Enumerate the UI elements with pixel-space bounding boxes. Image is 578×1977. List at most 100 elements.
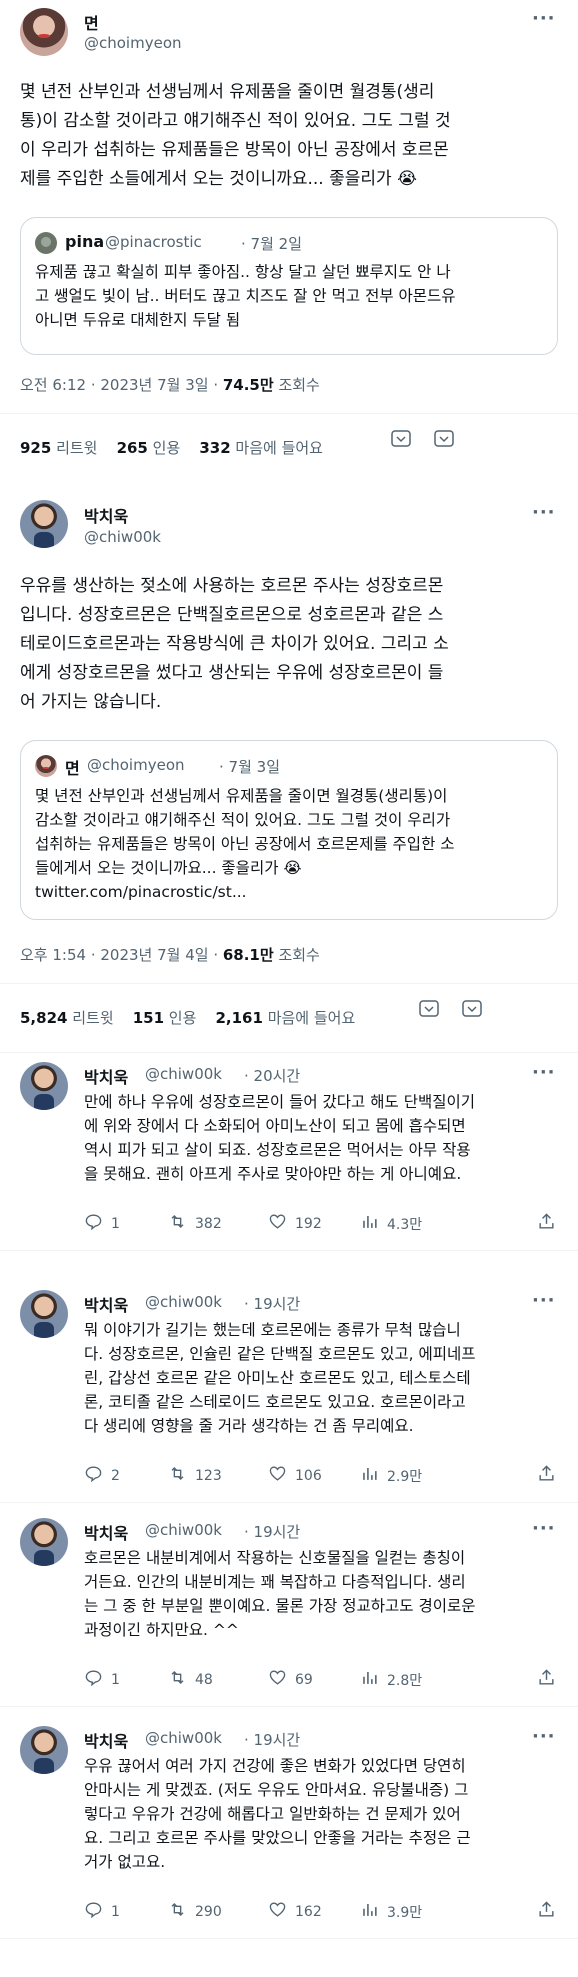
like-stat[interactable]: 2,161 마음에 들어요 [215,1009,355,1027]
quote-tweet[interactable]: pina @pinacrostic · 7월 2일 유제품 끊고 확실히 피부 … [20,217,558,355]
share-icon [537,1900,556,1923]
quote-link[interactable]: twitter.com/pinacrostic/st... [35,880,247,904]
like-stat[interactable]: 332 마음에 들어요 [199,439,323,457]
reply-button[interactable]: 1 [84,1900,120,1923]
chevron-down-icon[interactable] [430,425,458,453]
reply-button[interactable]: 1 [84,1212,120,1235]
reply-count: 1 [111,1671,120,1688]
views-count: 4.3만 [387,1216,423,1233]
more-icon[interactable]: ··· [532,1062,556,1083]
chevron-down-icon[interactable] [415,995,443,1023]
quote-stat[interactable]: 265 인용 [117,439,181,457]
author-name[interactable]: 박치욱 [84,1520,128,1544]
like-button[interactable]: 106 [268,1464,322,1487]
tweet-timestamp[interactable]: 오전 6:12 · 2023년 7월 3일 · 74.5만 조회수 [20,374,320,395]
quote-text: 몇 년전 산부인과 선생님께서 유제품을 줄이면 월경통(생리통)이 감소할 것… [35,787,455,877]
author-name[interactable]: 박치욱 [84,503,128,527]
engagement-stats: 5,824 리트윗 151 인용 2,161 마음에 들어요 [20,1007,355,1028]
avatar[interactable] [20,1518,68,1566]
retweet-button[interactable]: 382 [168,1212,222,1235]
author-handle[interactable]: @chiw00k [145,1293,222,1311]
avatar[interactable] [20,500,68,548]
retweet-stat[interactable]: 5,824 리트윗 [20,1009,114,1027]
reply-count: 1 [111,1903,120,1920]
author-handle[interactable]: @choimyeon [84,34,182,52]
like-count: 69 [295,1671,313,1688]
reply-text: 만에 하나 우유에 성장호르몬이 들어 갔다고 해도 단백질이기 에 위와 장에… [84,1093,475,1183]
retweet-icon [168,1464,187,1487]
retweet-stat[interactable]: 925 리트윗 [20,439,97,457]
author-handle[interactable]: @chiw00k [145,1065,222,1083]
retweet-icon [168,1900,187,1923]
share-button[interactable] [537,1212,556,1235]
reply-button[interactable]: 2 [84,1464,120,1487]
more-icon[interactable]: ··· [532,1518,556,1539]
views-button[interactable]: 2.8만 [360,1668,422,1691]
view-label: 조회수 [273,376,320,394]
quote-stat[interactable]: 151 인용 [133,1009,197,1027]
retweet-button[interactable]: 48 [168,1668,213,1691]
tweet-text: 몇 년전 산부인과 선생님께서 유제품을 줄이면 월경통(생리 통)이 감소할 … [20,82,451,189]
more-icon[interactable]: ··· [532,1726,556,1747]
author-name[interactable]: 박치욱 [84,1292,128,1316]
chevron-down-icon[interactable] [458,995,486,1023]
views-button[interactable]: 2.9만 [360,1464,422,1487]
share-icon [537,1668,556,1691]
quote-tweet[interactable]: 면 @choimyeon · 7월 3일 몇 년전 산부인과 선생님께서 유제품… [20,740,558,920]
reply-button[interactable]: 1 [84,1668,120,1691]
reply-text: 호르몬은 내분비계에서 작용하는 신호물질을 일컫는 총칭이 거든요. 인간의 … [84,1549,476,1639]
quote-handle: @choimyeon [87,756,185,774]
tweet-timestamp[interactable]: 오후 1:54 · 2023년 7월 4일 · 68.1만 조회수 [20,944,320,965]
avatar[interactable] [20,1062,68,1110]
author-handle[interactable]: @chiw00k [145,1521,222,1539]
more-icon[interactable]: ··· [532,1290,556,1311]
avatar[interactable] [20,1726,68,1774]
chevron-down-icon[interactable] [387,425,415,453]
share-icon [537,1464,556,1487]
retweet-button[interactable]: 290 [168,1900,222,1923]
like-count: 106 [295,1467,322,1484]
views-icon [360,1212,379,1235]
author-name[interactable]: 면 [84,10,99,34]
views-button[interactable]: 4.3만 [360,1212,422,1235]
timestamp-text: 오후 1:54 · 2023년 7월 4일 · [20,946,223,964]
share-button[interactable] [537,1900,556,1923]
retweet-icon [168,1212,187,1235]
like-button[interactable]: 162 [268,1900,322,1923]
like-button[interactable]: 69 [268,1668,313,1691]
reply-time[interactable]: · 19시간 [244,1729,300,1750]
author-name[interactable]: 박치욱 [84,1728,128,1752]
engagement-stats: 925 리트윗 265 인용 332 마음에 들어요 [20,437,323,458]
reply-time[interactable]: · 19시간 [244,1521,300,1542]
author-handle[interactable]: @chiw00k [145,1729,222,1747]
avatar[interactable] [20,8,68,56]
share-button[interactable] [537,1464,556,1487]
author-name[interactable]: 박치욱 [84,1064,128,1088]
like-button[interactable]: 192 [268,1212,322,1235]
quote-text: 유제품 끊고 확실히 피부 좋아짐.. 항상 달고 살던 뾰루지도 안 나 고 … [35,263,456,329]
retweet-count: 382 [195,1215,222,1232]
avatar [35,755,57,777]
share-button[interactable] [537,1668,556,1691]
like-count: 162 [295,1903,322,1920]
views-count: 2.9만 [387,1468,423,1485]
retweet-button[interactable]: 123 [168,1464,222,1487]
reply-count: 1 [111,1215,120,1232]
retweet-count: 290 [195,1903,222,1920]
reply-icon [84,1212,103,1235]
reply-time[interactable]: · 19시간 [244,1293,300,1314]
retweet-icon [168,1668,187,1691]
more-icon[interactable]: ··· [532,502,556,523]
author-handle[interactable]: @chiw00k [84,528,161,546]
reply-time[interactable]: · 20시간 [244,1065,300,1086]
views-count: 2.8만 [387,1672,423,1689]
reply-text: 우유 끊어서 여러 가지 건강에 좋은 변화가 있었다면 당연히 안마시는 게 … [84,1757,471,1871]
views-count: 3.9만 [387,1904,423,1921]
views-button[interactable]: 3.9만 [360,1900,422,1923]
more-icon[interactable]: ··· [532,8,556,29]
avatar[interactable] [20,1290,68,1338]
reply-icon [84,1900,103,1923]
quote-handle: @pinacrostic [105,233,202,251]
views-icon [360,1668,379,1691]
reply-icon [84,1464,103,1487]
